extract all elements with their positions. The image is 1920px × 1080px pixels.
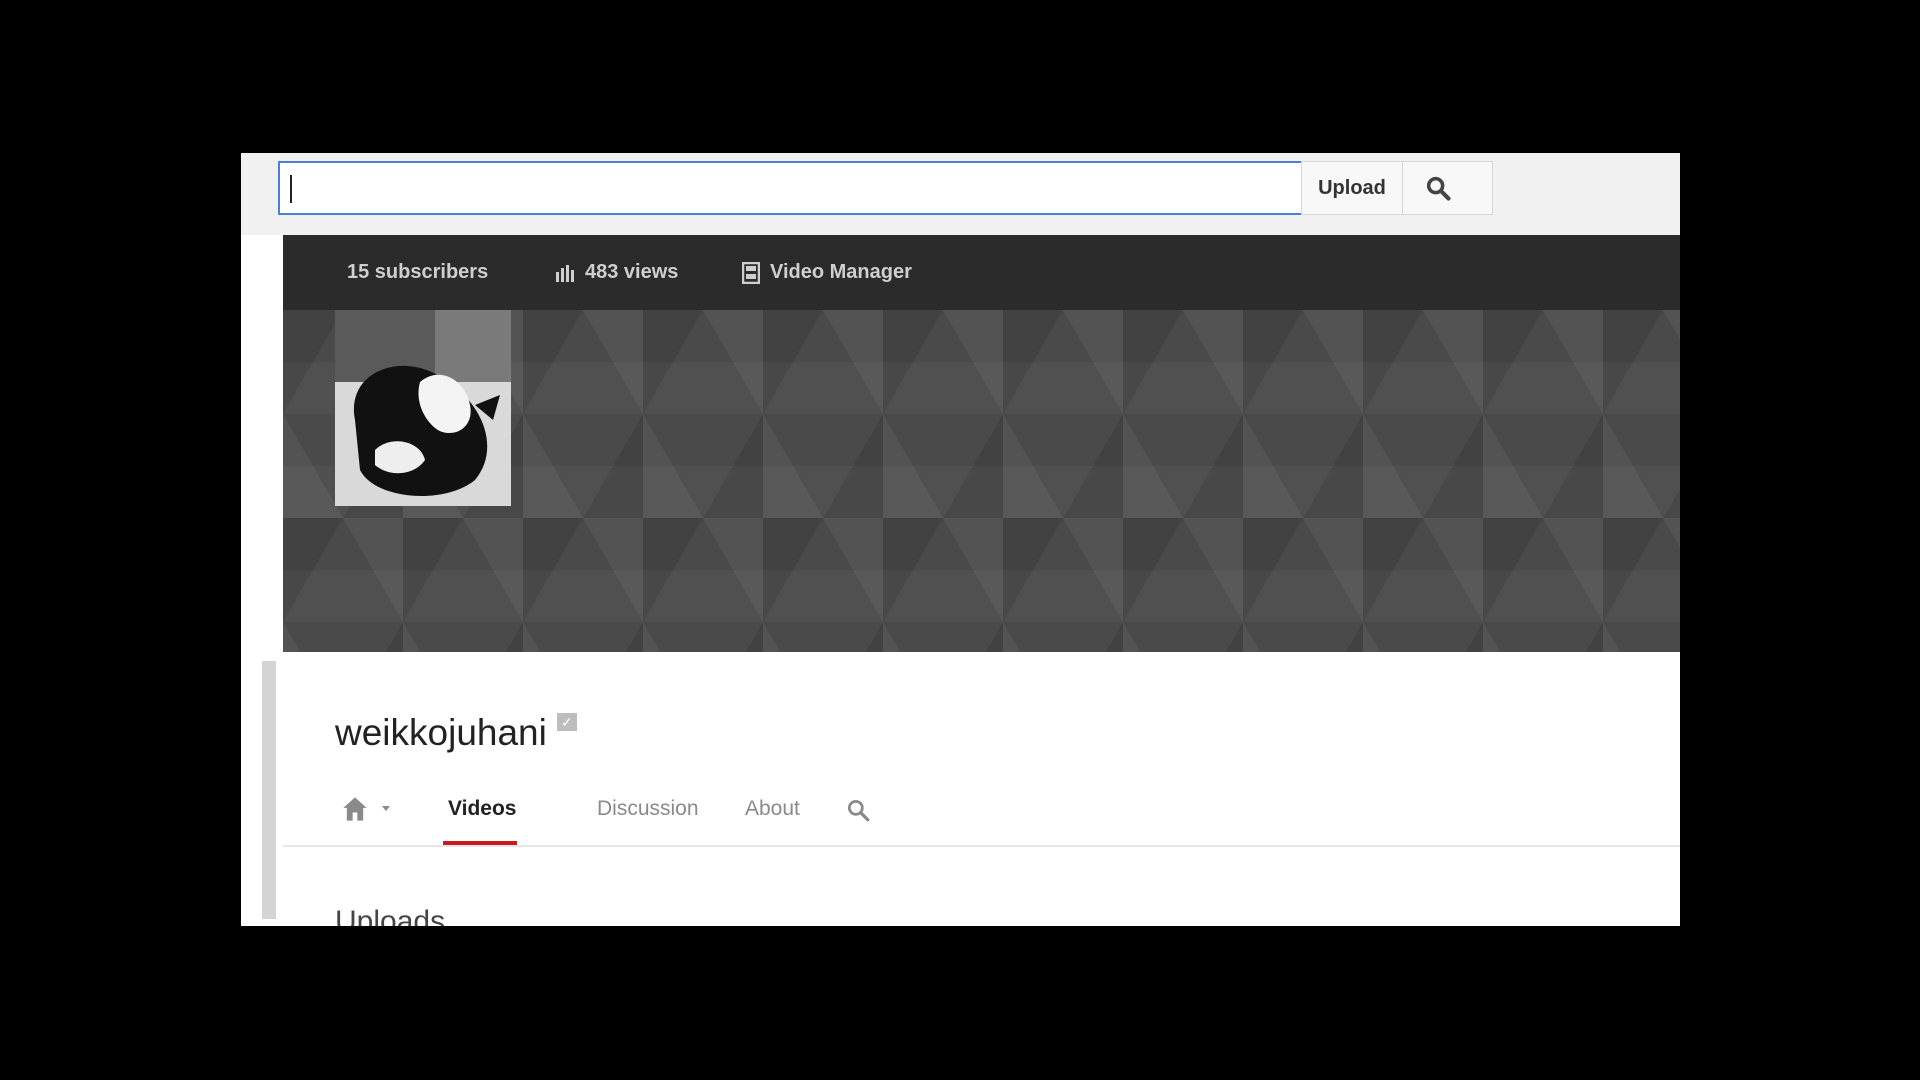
cat-photo xyxy=(335,310,511,506)
channel-banner xyxy=(283,310,1680,652)
tab-videos[interactable]: Videos xyxy=(448,797,516,821)
chevron-down-icon xyxy=(382,806,390,811)
masthead: Upload xyxy=(241,153,1680,235)
channel-page: 15 subscribers 483 views Video Manager w… xyxy=(283,235,1680,926)
views-stat[interactable]: 483 views xyxy=(555,235,678,310)
active-tab-indicator xyxy=(443,841,517,845)
text-caret xyxy=(290,175,292,203)
search-icon xyxy=(847,799,870,822)
video-manager-label: Video Manager xyxy=(770,261,912,283)
views-count: 483 views xyxy=(585,261,679,283)
video-manager-icon xyxy=(742,261,760,284)
home-icon xyxy=(343,797,367,821)
checkmark-icon: ✓ xyxy=(556,713,577,731)
search-input[interactable] xyxy=(278,161,1376,215)
search-icon xyxy=(1426,176,1451,201)
browser-window: Upload 15 subscribers 483 views Video Ma… xyxy=(241,153,1680,926)
tab-discussion[interactable]: Discussion xyxy=(597,797,699,821)
scrollbar-thumb[interactable] xyxy=(262,661,276,919)
channel-name-text: weikkojuhani xyxy=(335,712,547,753)
channel-stats-bar: 15 subscribers 483 views Video Manager xyxy=(283,235,1680,310)
search-field[interactable] xyxy=(296,173,1360,205)
video-manager-link[interactable]: Video Manager xyxy=(742,235,912,310)
upload-button[interactable]: Upload xyxy=(1301,161,1403,215)
uploads-section-title: Uploads xyxy=(335,905,446,926)
subscribers-stat[interactable]: 15 subscribers xyxy=(347,235,488,310)
home-tab[interactable] xyxy=(341,795,391,823)
bar-chart-icon xyxy=(556,264,574,282)
channel-search-button[interactable] xyxy=(845,797,871,828)
tab-about[interactable]: About xyxy=(745,797,800,821)
channel-tabs: Videos Discussion About xyxy=(283,775,1680,847)
channel-avatar[interactable] xyxy=(335,310,511,506)
subscribers-count: 15 subscribers xyxy=(347,261,489,283)
channel-title: weikkojuhani ✓ xyxy=(335,712,577,754)
left-gutter xyxy=(241,235,283,926)
